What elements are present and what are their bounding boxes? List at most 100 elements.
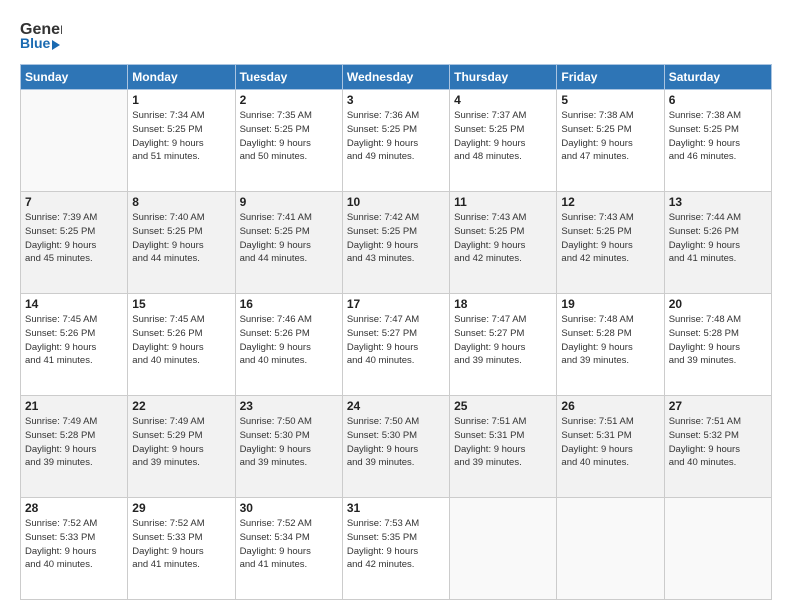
day-info: Sunrise: 7:49 AM Sunset: 5:29 PM Dayligh… — [132, 415, 230, 470]
day-info: Sunrise: 7:48 AM Sunset: 5:28 PM Dayligh… — [561, 313, 659, 368]
day-info: Sunrise: 7:44 AM Sunset: 5:26 PM Dayligh… — [669, 211, 767, 266]
calendar-cell: 25 Sunrise: 7:51 AM Sunset: 5:31 PM Dayli… — [450, 396, 557, 498]
day-number: 1 — [132, 93, 230, 107]
day-info: Sunrise: 7:38 AM Sunset: 5:25 PM Dayligh… — [561, 109, 659, 164]
day-header-wednesday: Wednesday — [342, 65, 449, 90]
day-number: 13 — [669, 195, 767, 209]
calendar-cell: 4 Sunrise: 7:37 AM Sunset: 5:25 PM Daylig… — [450, 90, 557, 192]
day-number: 14 — [25, 297, 123, 311]
day-info: Sunrise: 7:43 AM Sunset: 5:25 PM Dayligh… — [454, 211, 552, 266]
calendar-cell: 8Sunrise: 7:40 AM Sunset: 5:25 PM Daylig… — [128, 192, 235, 294]
day-number: 5 — [561, 93, 659, 107]
day-info: Sunrise: 7:52 AM Sunset: 5:33 PM Dayligh… — [25, 517, 123, 572]
day-number: 30 — [240, 501, 338, 515]
day-header-tuesday: Tuesday — [235, 65, 342, 90]
day-header-saturday: Saturday — [664, 65, 771, 90]
day-number: 16 — [240, 297, 338, 311]
day-info: Sunrise: 7:51 AM Sunset: 5:31 PM Dayligh… — [561, 415, 659, 470]
calendar-cell — [21, 90, 128, 192]
calendar-cell: 10 Sunrise: 7:42 AM Sunset: 5:25 PM Dayli… — [342, 192, 449, 294]
calendar-cell: 23Sunrise: 7:50 AM Sunset: 5:30 PM Dayli… — [235, 396, 342, 498]
day-header-friday: Friday — [557, 65, 664, 90]
day-info: Sunrise: 7:45 AM Sunset: 5:26 PM Dayligh… — [25, 313, 123, 368]
calendar-cell: 26Sunrise: 7:51 AM Sunset: 5:31 PM Dayli… — [557, 396, 664, 498]
day-number: 9 — [240, 195, 338, 209]
day-number: 17 — [347, 297, 445, 311]
day-number: 15 — [132, 297, 230, 311]
calendar-cell: 5 Sunrise: 7:38 AM Sunset: 5:25 PM Daylig… — [557, 90, 664, 192]
day-info: Sunrise: 7:50 AM Sunset: 5:30 PM Dayligh… — [347, 415, 445, 470]
calendar-cell: 30 Sunrise: 7:52 AM Sunset: 5:34 PM Dayli… — [235, 498, 342, 600]
calendar-cell: 20 Sunrise: 7:48 AM Sunset: 5:28 PM Dayli… — [664, 294, 771, 396]
day-info: Sunrise: 7:35 AM Sunset: 5:25 PM Dayligh… — [240, 109, 338, 164]
calendar-week-row: 1 Sunrise: 7:34 AM Sunset: 5:25 PM Daylig… — [21, 90, 772, 192]
day-info: Sunrise: 7:39 AM Sunset: 5:25 PM Dayligh… — [25, 211, 123, 266]
header: GeneralBlue — [20, 18, 772, 54]
calendar-cell: 24 Sunrise: 7:50 AM Sunset: 5:30 PM Dayli… — [342, 396, 449, 498]
day-info: Sunrise: 7:34 AM Sunset: 5:25 PM Dayligh… — [132, 109, 230, 164]
calendar-cell: 31 Sunrise: 7:53 AM Sunset: 5:35 PM Dayli… — [342, 498, 449, 600]
day-info: Sunrise: 7:38 AM Sunset: 5:25 PM Dayligh… — [669, 109, 767, 164]
day-info: Sunrise: 7:47 AM Sunset: 5:27 PM Dayligh… — [347, 313, 445, 368]
calendar-cell: 27 Sunrise: 7:51 AM Sunset: 5:32 PM Dayli… — [664, 396, 771, 498]
day-number: 23 — [240, 399, 338, 413]
day-info: Sunrise: 7:45 AM Sunset: 5:26 PM Dayligh… — [132, 313, 230, 368]
day-info: Sunrise: 7:49 AM Sunset: 5:28 PM Dayligh… — [25, 415, 123, 470]
calendar-cell: 3Sunrise: 7:36 AM Sunset: 5:25 PM Daylig… — [342, 90, 449, 192]
day-info: Sunrise: 7:52 AM Sunset: 5:34 PM Dayligh… — [240, 517, 338, 572]
day-header-sunday: Sunday — [21, 65, 128, 90]
day-info: Sunrise: 7:53 AM Sunset: 5:35 PM Dayligh… — [347, 517, 445, 572]
calendar-cell: 1 Sunrise: 7:34 AM Sunset: 5:25 PM Daylig… — [128, 90, 235, 192]
day-number: 19 — [561, 297, 659, 311]
calendar-cell: 11 Sunrise: 7:43 AM Sunset: 5:25 PM Dayli… — [450, 192, 557, 294]
calendar-week-row: 21Sunrise: 7:49 AM Sunset: 5:28 PM Dayli… — [21, 396, 772, 498]
day-number: 2 — [240, 93, 338, 107]
day-number: 12 — [561, 195, 659, 209]
day-number: 24 — [347, 399, 445, 413]
day-number: 11 — [454, 195, 552, 209]
calendar-cell: 16 Sunrise: 7:46 AM Sunset: 5:26 PM Dayli… — [235, 294, 342, 396]
day-number: 25 — [454, 399, 552, 413]
calendar-cell: 13 Sunrise: 7:44 AM Sunset: 5:26 PM Dayli… — [664, 192, 771, 294]
day-number: 10 — [347, 195, 445, 209]
calendar-cell: 7 Sunrise: 7:39 AM Sunset: 5:25 PM Daylig… — [21, 192, 128, 294]
day-number: 4 — [454, 93, 552, 107]
day-info: Sunrise: 7:52 AM Sunset: 5:33 PM Dayligh… — [132, 517, 230, 572]
calendar-cell: 29 Sunrise: 7:52 AM Sunset: 5:33 PM Dayli… — [128, 498, 235, 600]
day-info: Sunrise: 7:51 AM Sunset: 5:31 PM Dayligh… — [454, 415, 552, 470]
logo: GeneralBlue — [20, 18, 62, 54]
svg-text:Blue: Blue — [20, 35, 51, 51]
day-number: 28 — [25, 501, 123, 515]
page: GeneralBlue SundayMondayTuesdayWednesday… — [0, 0, 792, 612]
day-info: Sunrise: 7:41 AM Sunset: 5:25 PM Dayligh… — [240, 211, 338, 266]
day-number: 20 — [669, 297, 767, 311]
calendar-cell: 9 Sunrise: 7:41 AM Sunset: 5:25 PM Daylig… — [235, 192, 342, 294]
calendar-cell: 6Sunrise: 7:38 AM Sunset: 5:25 PM Daylig… — [664, 90, 771, 192]
calendar-table: SundayMondayTuesdayWednesdayThursdayFrid… — [20, 64, 772, 600]
day-info: Sunrise: 7:37 AM Sunset: 5:25 PM Dayligh… — [454, 109, 552, 164]
day-info: Sunrise: 7:48 AM Sunset: 5:28 PM Dayligh… — [669, 313, 767, 368]
day-number: 27 — [669, 399, 767, 413]
calendar-cell: 12Sunrise: 7:43 AM Sunset: 5:25 PM Dayli… — [557, 192, 664, 294]
day-info: Sunrise: 7:42 AM Sunset: 5:25 PM Dayligh… — [347, 211, 445, 266]
calendar-cell: 18Sunrise: 7:47 AM Sunset: 5:27 PM Dayli… — [450, 294, 557, 396]
calendar-cell — [664, 498, 771, 600]
day-number: 31 — [347, 501, 445, 515]
calendar-cell: 28 Sunrise: 7:52 AM Sunset: 5:33 PM Dayli… — [21, 498, 128, 600]
calendar-cell: 19 Sunrise: 7:48 AM Sunset: 5:28 PM Dayli… — [557, 294, 664, 396]
day-number: 8 — [132, 195, 230, 209]
calendar-week-row: 28 Sunrise: 7:52 AM Sunset: 5:33 PM Dayli… — [21, 498, 772, 600]
day-info: Sunrise: 7:46 AM Sunset: 5:26 PM Dayligh… — [240, 313, 338, 368]
calendar-cell — [557, 498, 664, 600]
calendar-cell: 21Sunrise: 7:49 AM Sunset: 5:28 PM Dayli… — [21, 396, 128, 498]
day-info: Sunrise: 7:51 AM Sunset: 5:32 PM Dayligh… — [669, 415, 767, 470]
day-header-thursday: Thursday — [450, 65, 557, 90]
calendar-week-row: 7 Sunrise: 7:39 AM Sunset: 5:25 PM Daylig… — [21, 192, 772, 294]
day-number: 3 — [347, 93, 445, 107]
generalblue-icon: GeneralBlue — [20, 18, 62, 54]
day-number: 7 — [25, 195, 123, 209]
day-number: 29 — [132, 501, 230, 515]
calendar-cell — [450, 498, 557, 600]
day-header-monday: Monday — [128, 65, 235, 90]
calendar-cell: 14 Sunrise: 7:45 AM Sunset: 5:26 PM Dayli… — [21, 294, 128, 396]
